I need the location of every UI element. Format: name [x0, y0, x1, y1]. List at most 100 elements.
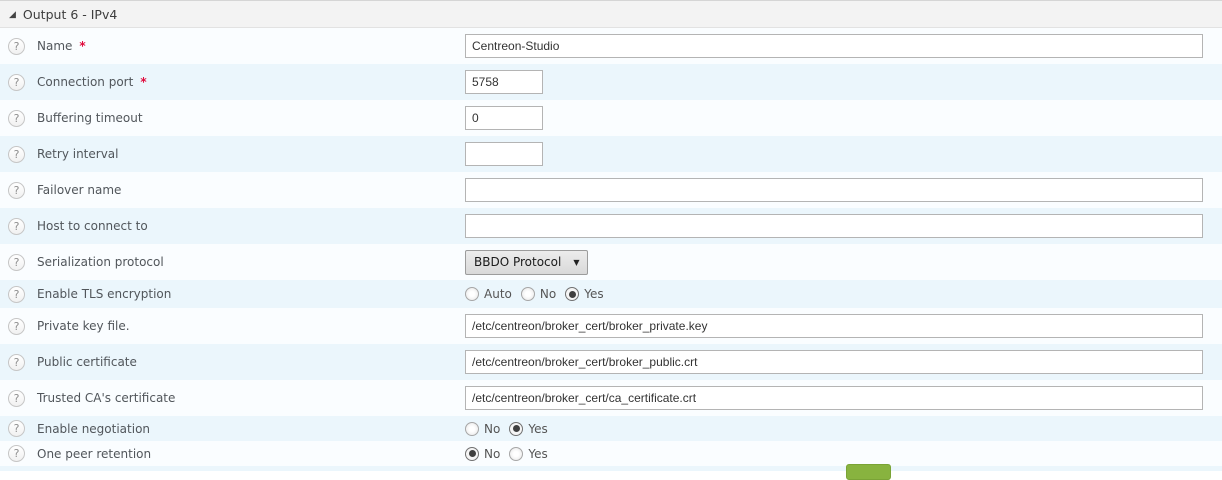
radio-icon[interactable]: [465, 447, 479, 461]
field-label-cell: ? Host to connect to: [0, 218, 465, 235]
form-row-failover-name: ? Failover name: [0, 172, 1222, 208]
form-row-name: ? Name *: [0, 28, 1222, 64]
help-icon[interactable]: ?: [8, 318, 25, 335]
field-label-cell: ? Public certificate: [0, 354, 465, 371]
one-peer-retention-radio-yes[interactable]: Yes: [509, 447, 547, 461]
field-value-cell: No Yes: [465, 422, 557, 436]
radio-icon[interactable]: [465, 287, 479, 301]
field-label: Name: [37, 39, 72, 53]
help-icon[interactable]: ?: [8, 146, 25, 163]
field-value-cell: No Yes: [465, 447, 557, 461]
field-label: One peer retention: [37, 447, 151, 461]
radio-icon[interactable]: [565, 287, 579, 301]
enable-tls-encryption-radio-auto[interactable]: Auto: [465, 287, 512, 301]
field-value-cell: [465, 386, 1203, 410]
partial-next-row: [0, 466, 1222, 471]
required-asterisk: *: [79, 39, 85, 53]
one-peer-retention-radio-group: No Yes: [465, 447, 557, 461]
field-label-cell: ? Serialization protocol: [0, 254, 465, 271]
help-icon[interactable]: ?: [8, 110, 25, 127]
enable-negotiation-radio-yes[interactable]: Yes: [509, 422, 547, 436]
help-icon[interactable]: ?: [8, 182, 25, 199]
radio-option-label: Yes: [528, 447, 547, 461]
enable-negotiation-radio-no[interactable]: No: [465, 422, 500, 436]
section-header[interactable]: ◢ Output 6 - IPv4: [0, 0, 1222, 28]
field-label-cell: ? Buffering timeout: [0, 110, 465, 127]
field-label: Trusted CA's certificate: [37, 391, 175, 405]
form-row-host-to-connect-to: ? Host to connect to: [0, 208, 1222, 244]
enable-tls-encryption-radio-no[interactable]: No: [521, 287, 556, 301]
field-label-cell: ?Private key file.: [0, 318, 465, 335]
field-label-cell: ? One peer retention: [0, 445, 465, 462]
enable-tls-encryption-radio-yes[interactable]: Yes: [565, 287, 603, 301]
form-row-trusted-ca-s-certificate: ? Trusted CA's certificate: [0, 380, 1222, 416]
field-label: Enable negotiation: [37, 422, 150, 436]
field-label-cell: ? Retry interval: [0, 146, 465, 163]
field-value-cell: [465, 214, 1203, 238]
radio-option-label: No: [484, 422, 500, 436]
field-label-cell: ? Trusted CA's certificate: [0, 390, 465, 407]
form-rows: ? Name *? Connection port *? Buffering timeou…: [0, 28, 1222, 466]
field-value-cell: [465, 142, 543, 166]
field-label-cell: ? Enable negotiation: [0, 420, 465, 437]
trusted-ca-s-certificate-input[interactable]: [465, 386, 1203, 410]
radio-icon[interactable]: [521, 287, 535, 301]
field-label: Connection port: [37, 75, 133, 89]
form-row-public-certificate: ? Public certificate: [0, 344, 1222, 380]
field-value-cell: [465, 314, 1203, 338]
field-label-cell: ? Enable TLS encryption: [0, 286, 465, 303]
host-to-connect-to-input[interactable]: [465, 214, 1203, 238]
field-label: Public certificate: [37, 355, 137, 369]
field-label: Host to connect to: [37, 219, 148, 233]
form-row-buffering-timeout: ? Buffering timeout: [0, 100, 1222, 136]
field-label: Enable TLS encryption: [37, 287, 171, 301]
help-icon[interactable]: ?: [8, 390, 25, 407]
help-icon[interactable]: ?: [8, 38, 25, 55]
field-value-cell: [465, 34, 1203, 58]
partial-green-button[interactable]: [846, 464, 891, 480]
form-row-enable-tls-encryption: ? Enable TLS encryption Auto No Yes: [0, 280, 1222, 308]
serialization-protocol-select[interactable]: BBDO Protocol ▼: [465, 250, 588, 275]
help-icon[interactable]: ?: [8, 74, 25, 91]
field-label: Serialization protocol: [37, 255, 164, 269]
field-value-cell: Auto No Yes: [465, 287, 613, 301]
radio-icon[interactable]: [509, 422, 523, 436]
name-input[interactable]: [465, 34, 1203, 58]
field-value-cell: [465, 178, 1203, 202]
form-row-private-key-file: ?Private key file.: [0, 308, 1222, 344]
field-label-cell: ? Connection port *: [0, 74, 465, 91]
one-peer-retention-radio-no[interactable]: No: [465, 447, 500, 461]
radio-icon[interactable]: [509, 447, 523, 461]
required-asterisk: *: [140, 75, 146, 89]
radio-option-label: Yes: [584, 287, 603, 301]
field-label: Buffering timeout: [37, 111, 143, 125]
failover-name-input[interactable]: [465, 178, 1203, 202]
field-label-cell: ? Name *: [0, 38, 465, 55]
field-label: Failover name: [37, 183, 121, 197]
help-icon[interactable]: ?: [8, 254, 25, 271]
enable-tls-encryption-radio-group: Auto No Yes: [465, 287, 613, 301]
help-icon[interactable]: ?: [8, 354, 25, 371]
field-value-cell: BBDO Protocol ▼: [465, 250, 588, 275]
help-icon[interactable]: ?: [8, 445, 25, 462]
enable-negotiation-radio-group: No Yes: [465, 422, 557, 436]
form-row-serialization-protocol: ? Serialization protocol BBDO Protocol ▼: [0, 244, 1222, 280]
buffering-timeout-input[interactable]: [465, 106, 543, 130]
public-certificate-input[interactable]: [465, 350, 1203, 374]
help-icon[interactable]: ?: [8, 218, 25, 235]
radio-option-label: No: [484, 447, 500, 461]
help-icon[interactable]: ?: [8, 420, 25, 437]
field-value-cell: [465, 106, 543, 130]
radio-icon[interactable]: [465, 422, 479, 436]
private-key-file-input[interactable]: [465, 314, 1203, 338]
retry-interval-input[interactable]: [465, 142, 543, 166]
selected-option-label: BBDO Protocol: [474, 255, 561, 269]
field-value-cell: [465, 350, 1203, 374]
radio-option-label: Yes: [528, 422, 547, 436]
field-label-cell: ? Failover name: [0, 182, 465, 199]
connection-port-input[interactable]: [465, 70, 543, 94]
collapse-icon[interactable]: ◢: [9, 11, 16, 20]
help-icon[interactable]: ?: [8, 286, 25, 303]
chevron-down-icon: ▼: [573, 258, 579, 267]
field-label: Retry interval: [37, 147, 119, 161]
